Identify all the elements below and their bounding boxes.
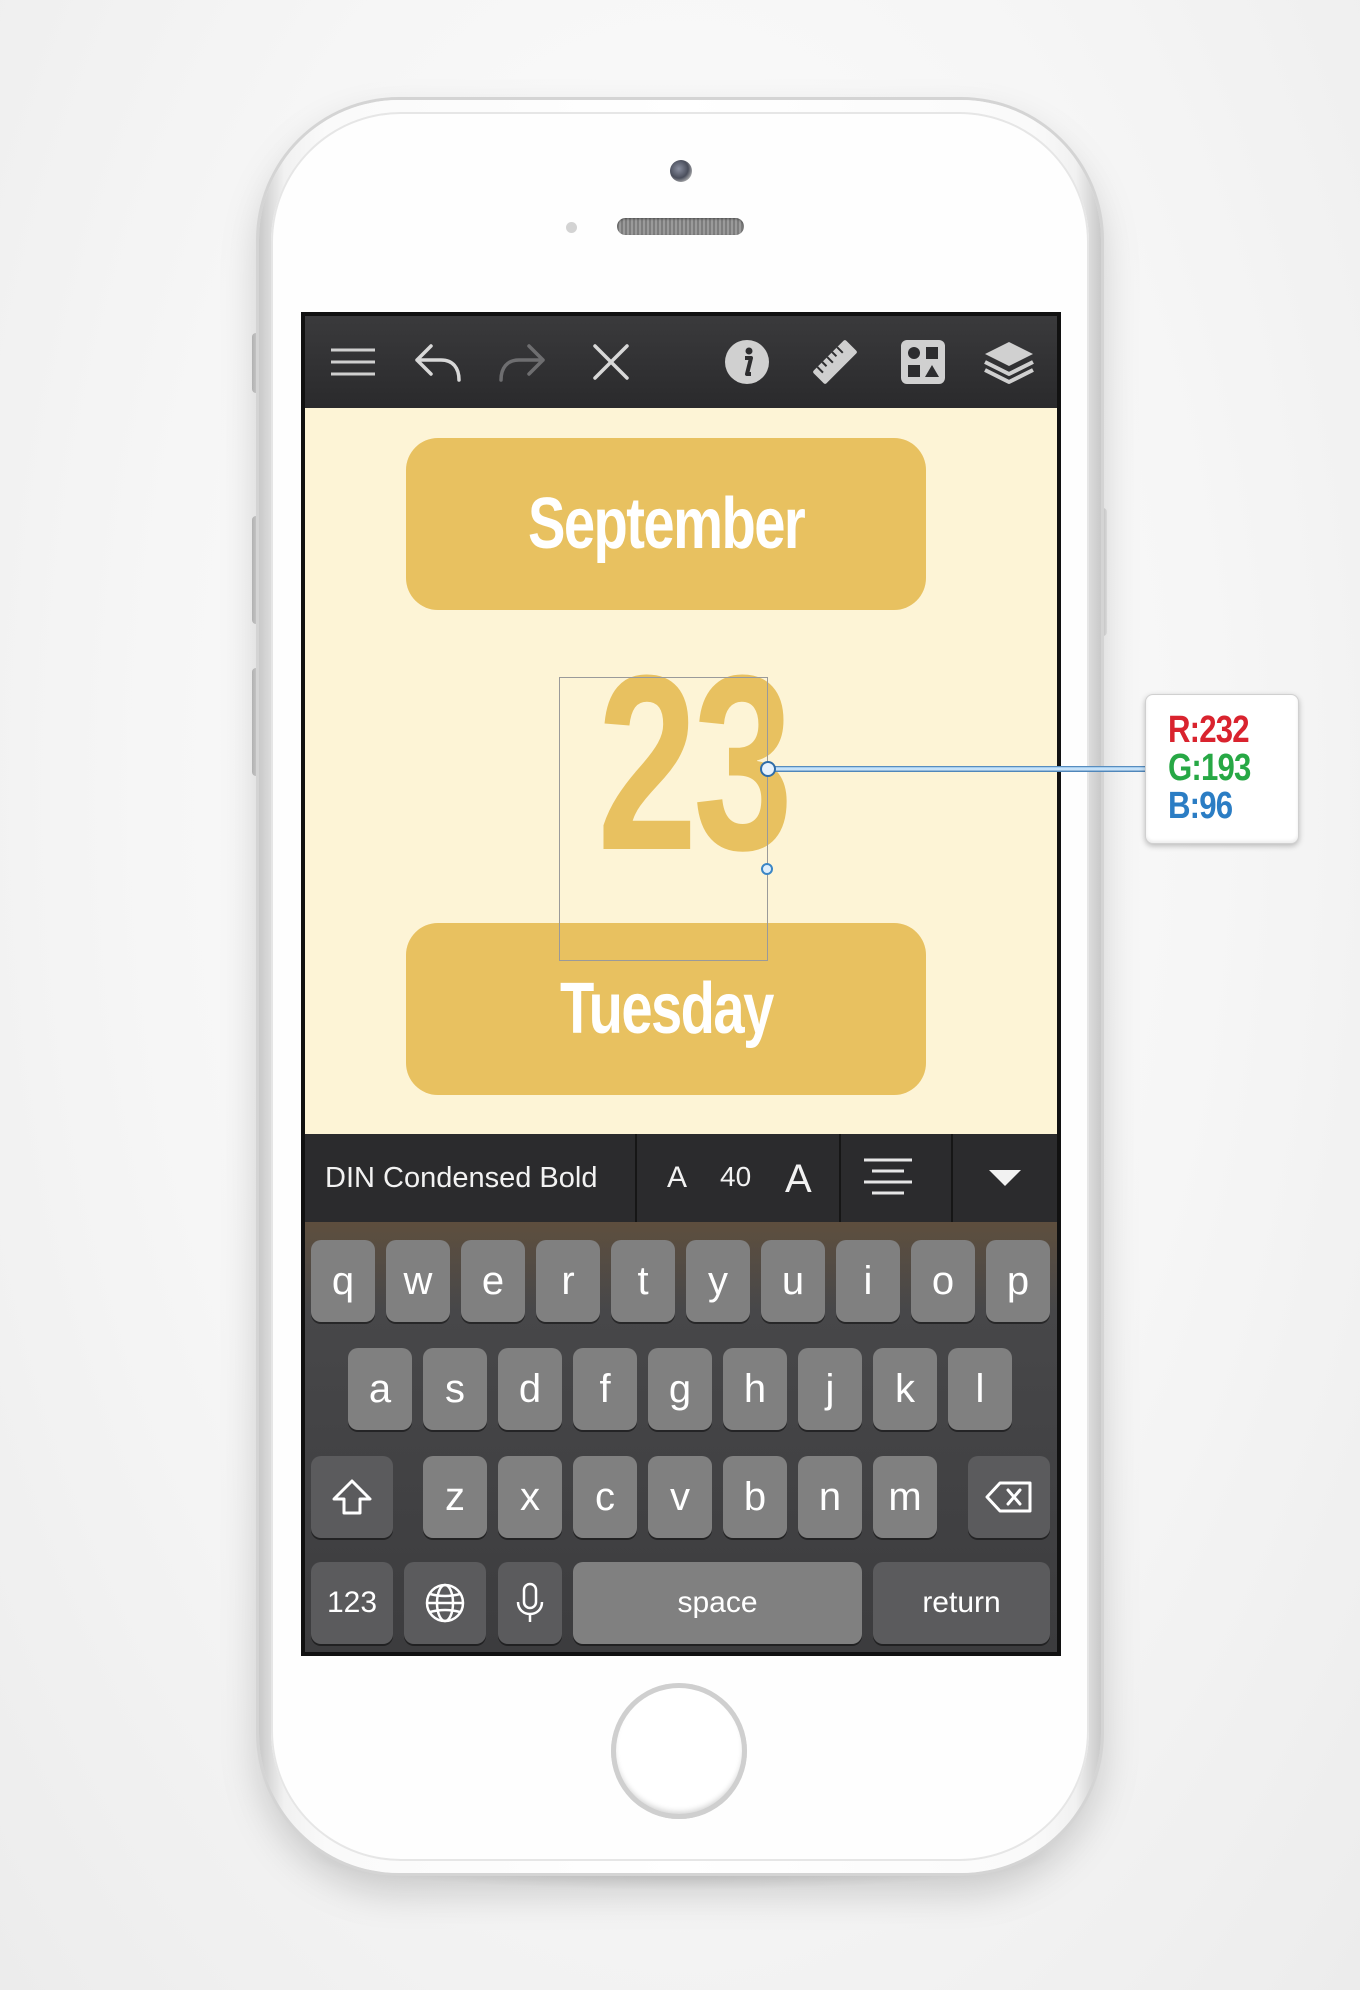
text-align-button[interactable] <box>860 1152 916 1204</box>
divider <box>635 1134 637 1222</box>
proximity-sensor <box>566 222 577 233</box>
key-k[interactable]: k <box>873 1348 937 1430</box>
align-center-icon <box>864 1158 912 1195</box>
redo-icon <box>499 344 545 382</box>
key-l[interactable]: l <box>948 1348 1012 1430</box>
key-c[interactable]: c <box>573 1456 637 1538</box>
home-button[interactable] <box>611 1683 747 1819</box>
close-icon <box>593 344 629 380</box>
key-i[interactable]: i <box>836 1240 900 1322</box>
day-number-text[interactable]: 23 <box>560 638 793 888</box>
info-icon <box>725 340 769 384</box>
ruler-icon <box>813 340 857 384</box>
key-e[interactable]: e <box>461 1240 525 1322</box>
return-key[interactable]: return <box>873 1562 1050 1644</box>
key-n[interactable]: n <box>798 1456 862 1538</box>
key-m[interactable]: m <box>873 1456 937 1538</box>
top-toolbar <box>305 316 1057 408</box>
chevron-down-icon <box>989 1170 1021 1186</box>
key-j[interactable]: j <box>798 1348 862 1430</box>
close-button[interactable] <box>583 334 639 390</box>
key-f[interactable]: f <box>573 1348 637 1430</box>
globe-key[interactable] <box>404 1562 486 1644</box>
globe-icon <box>425 1583 465 1623</box>
undo-button[interactable] <box>409 334 465 390</box>
front-camera <box>670 160 692 182</box>
color-picker-connector <box>768 766 1146 772</box>
key-b[interactable]: b <box>723 1456 787 1538</box>
key-x[interactable]: x <box>498 1456 562 1538</box>
key-z[interactable]: z <box>423 1456 487 1538</box>
key-u[interactable]: u <box>761 1240 825 1322</box>
key-s[interactable]: s <box>423 1348 487 1430</box>
collapse-keyboard-button[interactable] <box>980 1156 1030 1200</box>
blue-value: B:96 <box>1168 785 1233 827</box>
microphone-key[interactable] <box>498 1562 562 1644</box>
info-button[interactable] <box>719 334 775 390</box>
divider <box>839 1134 841 1222</box>
shapes-icon <box>901 340 945 384</box>
key-o[interactable]: o <box>911 1240 975 1322</box>
key-h[interactable]: h <box>723 1348 787 1430</box>
key-p[interactable]: p <box>986 1240 1050 1322</box>
font-size-value: 40 <box>720 1161 752 1192</box>
earpiece-speaker <box>617 218 744 235</box>
key-w[interactable]: w <box>386 1240 450 1322</box>
numbers-key[interactable]: 123 <box>311 1562 393 1644</box>
increase-font-size-button[interactable]: A <box>785 1134 812 1222</box>
phone-screen: September 23 Tuesday DIN Condensed Bold … <box>301 312 1061 1656</box>
key-y[interactable]: y <box>686 1240 750 1322</box>
selection-handle[interactable] <box>761 863 773 875</box>
color-readout-panel: R:232 G:193 B:96 <box>1145 694 1299 844</box>
font-name-button[interactable]: DIN Condensed Bold <box>325 1134 597 1222</box>
shapes-button[interactable] <box>895 334 951 390</box>
space-key[interactable]: space <box>573 1562 862 1644</box>
key-q[interactable]: q <box>311 1240 375 1322</box>
month-label: September <box>527 484 806 564</box>
key-g[interactable]: g <box>648 1348 712 1430</box>
layers-icon <box>984 342 1034 384</box>
decrease-font-size-button[interactable]: A <box>667 1134 687 1222</box>
key-d[interactable]: d <box>498 1348 562 1430</box>
red-value: R:232 <box>1168 709 1250 751</box>
microphone-icon <box>516 1582 544 1622</box>
color-picker-anchor[interactable] <box>760 761 776 777</box>
day-number-label: 23 <box>597 623 793 902</box>
keyboard: q w e r t y u i o p a s d f g h j k l z … <box>305 1222 1057 1652</box>
key-a[interactable]: a <box>348 1348 412 1430</box>
weekday-banner[interactable]: Tuesday <box>406 923 926 1095</box>
key-r[interactable]: r <box>536 1240 600 1322</box>
undo-icon <box>415 344 461 382</box>
text-format-bar: DIN Condensed Bold A 40 A <box>305 1134 1057 1222</box>
redo-button[interactable] <box>495 334 551 390</box>
divider <box>951 1134 953 1222</box>
menu-button[interactable] <box>325 334 381 390</box>
menu-icon <box>331 348 375 376</box>
delete-key[interactable] <box>968 1456 1050 1538</box>
layers-button[interactable] <box>981 334 1037 390</box>
month-banner[interactable]: September <box>406 438 926 610</box>
shift-key[interactable] <box>311 1456 393 1538</box>
ruler-button[interactable] <box>807 334 863 390</box>
shift-icon <box>332 1479 372 1515</box>
weekday-label: Tuesday <box>559 969 774 1049</box>
key-t[interactable]: t <box>611 1240 675 1322</box>
key-v[interactable]: v <box>648 1456 712 1538</box>
backspace-icon <box>985 1481 1032 1513</box>
green-value: G:193 <box>1168 747 1251 789</box>
